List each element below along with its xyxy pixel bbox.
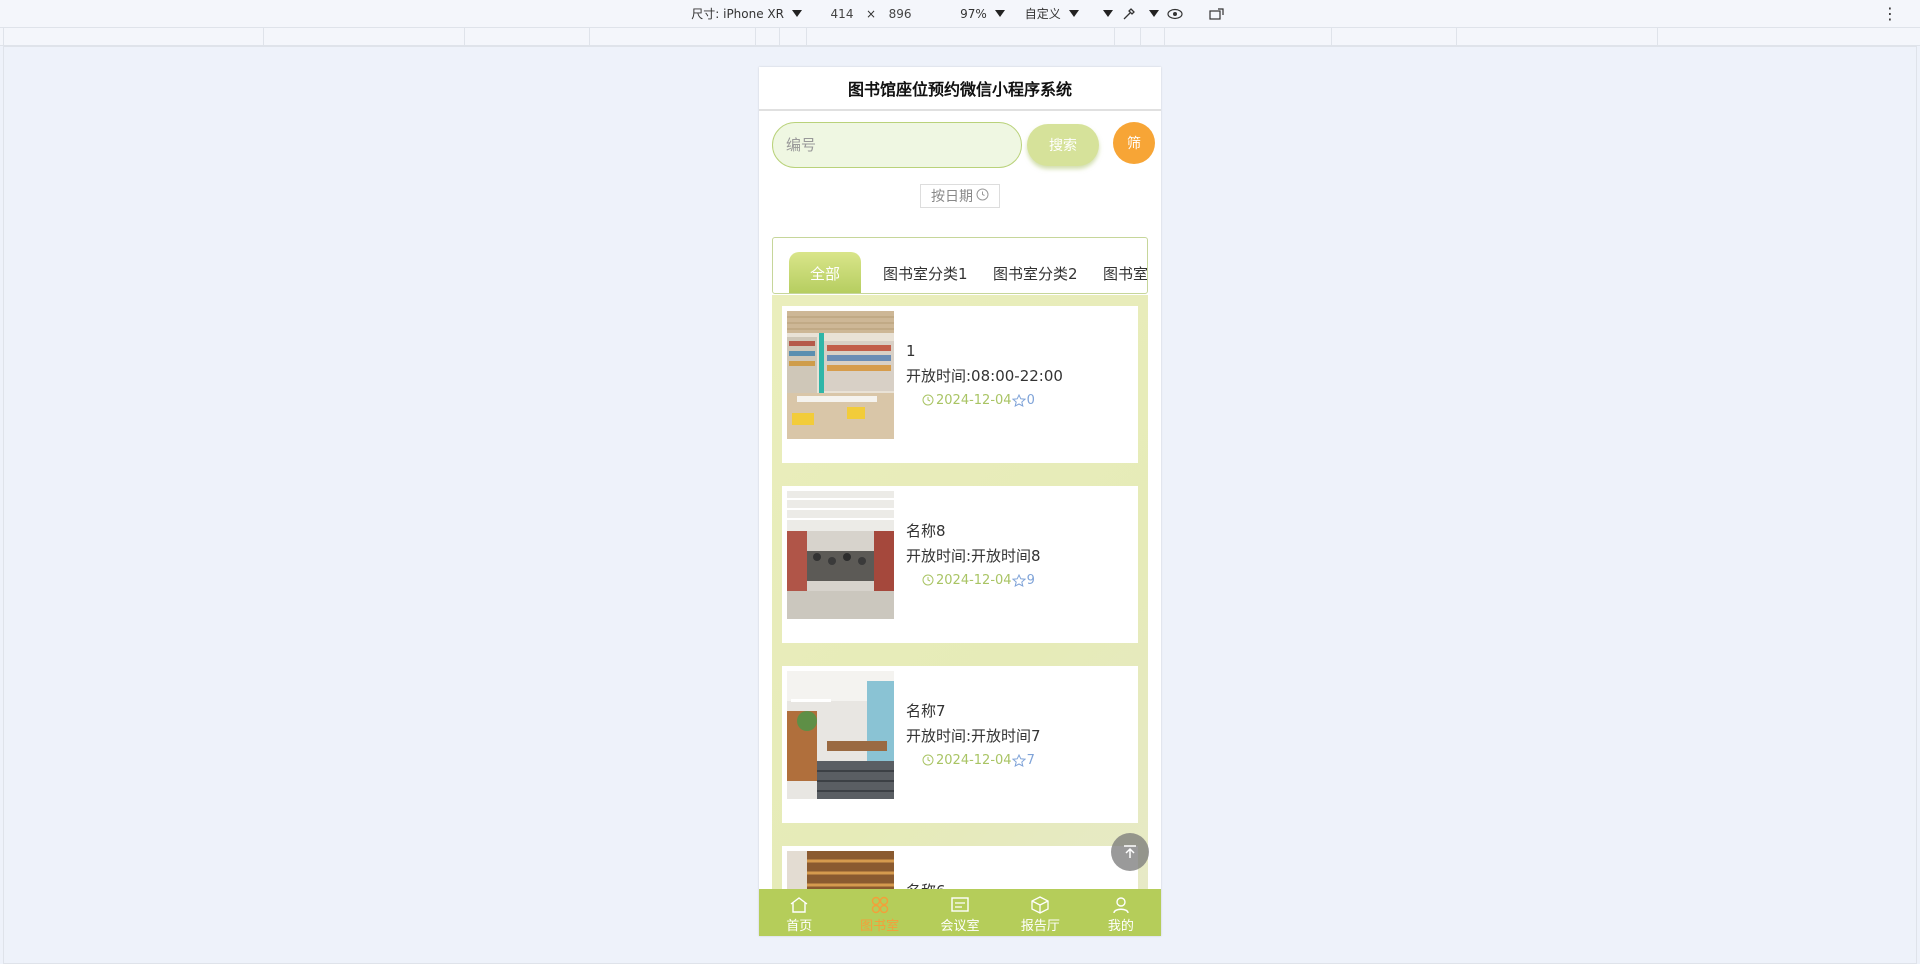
tabbar-label: 报告厅 [1020,919,1060,934]
device-label: 尺寸: iPhone XR [691,7,784,21]
chevron-down-icon[interactable] [1148,10,1159,17]
times-separator: × [866,6,877,21]
date-value: 2024-12-04 [936,572,1012,588]
tabbar-label: 我的 [1107,919,1134,934]
room-photo [787,311,894,439]
room-hours: 开放时间:开放时间7 [906,727,1041,745]
room-photo [787,491,894,619]
search-button[interactable]: 搜索 [1027,124,1099,166]
date-value: 2024-12-04 [936,752,1012,768]
room-name: 名称8 [906,522,946,540]
room-list: 1 开放时间:08:00-22:00 2024-12-04 0 名称8 开放时间… [772,295,1148,936]
room-date: 2024-12-04 [922,393,1012,408]
chevron-down-icon [994,10,1005,17]
width-input[interactable]: 414 [822,7,862,21]
zoom-label: 97% [960,6,987,21]
eye-icon[interactable] [1167,6,1183,22]
clock-icon [922,754,934,766]
date-value: 2024-12-04 [936,392,1012,408]
clock-icon [922,574,934,586]
zoom-select[interactable]: 97% [960,7,1005,21]
more-menu-icon[interactable]: ⋮ [1882,4,1898,23]
more-options-chevron-icon[interactable] [1102,10,1113,17]
list-item[interactable]: 名称8 开放时间:开放时间8 2024-12-04 9 [782,486,1138,643]
room-info: 名称8 开放时间:开放时间8 2024-12-04 9 [906,519,1041,591]
cube-icon [1030,895,1050,915]
room-photo [787,671,894,799]
chevron-down-icon [1068,10,1079,17]
meeting-icon [950,895,970,915]
height-input[interactable]: 896 [880,7,920,21]
tabbar-item-mine[interactable]: 我的 [1081,889,1161,936]
tabbar-label: 首页 [786,919,813,934]
user-icon [1111,895,1131,915]
search-input[interactable] [772,122,1022,168]
room-likes: 0 [1011,392,1035,408]
tabbar-item-auditorium[interactable]: 报告厅 [1000,889,1080,936]
tabbar-item-library[interactable]: 图书室 [839,889,919,936]
back-to-top-button[interactable] [1111,833,1149,871]
device-select[interactable]: 尺寸: iPhone XR [691,5,802,22]
likes-count: 9 [1026,572,1035,588]
tabbar-item-home[interactable]: 首页 [759,889,839,936]
date-filter-label: 按日期 [931,189,973,205]
bottom-tabbar: 首页 图书室 会议室 报告厅 我的 [759,889,1161,936]
room-hours: 开放时间:08:00-22:00 [906,367,1063,385]
room-name: 名称7 [906,702,946,720]
date-filter-button[interactable]: 按日期 [920,184,1000,208]
room-name: 1 [906,342,916,360]
tab-category-3[interactable]: 图书室分类3 [1103,252,1147,293]
tab-all[interactable]: 全部 [789,252,861,293]
star-icon [1011,393,1026,407]
clock-icon [922,394,934,406]
tab-category-2[interactable]: 图书室分类2 [993,252,1078,293]
rotate-icon[interactable] [1209,6,1225,22]
grid-icon [870,895,890,915]
date-filter-row: 按日期 [759,171,1161,221]
media-query-ruler [0,27,1920,46]
list-item[interactable]: 1 开放时间:08:00-22:00 2024-12-04 0 [782,306,1138,463]
throttle-select[interactable]: 自定义 [1025,5,1079,22]
phone-screen: 图书馆座位预约微信小程序系统 搜索 筛 按日期 全部 图书室分类1 图书室分类2… [759,67,1161,936]
room-date: 2024-12-04 [922,753,1012,768]
room-date: 2024-12-04 [922,573,1012,588]
list-item[interactable]: 名称7 开放时间:开放时间7 2024-12-04 7 [782,666,1138,823]
tabbar-item-meeting[interactable]: 会议室 [920,889,1000,936]
clock-icon [976,188,989,205]
likes-count: 0 [1026,392,1035,408]
filter-button[interactable]: 筛 [1113,122,1155,164]
star-icon [1011,573,1026,587]
likes-count: 7 [1026,752,1035,768]
room-likes: 9 [1011,572,1035,588]
tab-category-1[interactable]: 图书室分类1 [883,252,968,293]
search-row: 搜索 筛 [759,111,1161,171]
star-icon [1011,753,1026,767]
room-info: 1 开放时间:08:00-22:00 2024-12-04 0 [906,339,1063,411]
throttle-label: 自定义 [1024,7,1061,21]
room-likes: 7 [1011,752,1035,768]
device-toolbar: 尺寸: iPhone XR 414 × 896 97% 自定义 ⋮ [0,0,1920,27]
arrow-up-icon [1124,845,1136,858]
room-hours: 开放时间:开放时间8 [906,547,1041,565]
home-icon [789,895,809,915]
chevron-down-icon [792,10,802,17]
tabbar-label: 会议室 [940,919,980,934]
eyedropper-icon[interactable] [1121,6,1137,22]
room-info: 名称7 开放时间:开放时间7 2024-12-04 7 [906,699,1041,771]
category-tabs: 全部 图书室分类1 图书室分类2 图书室分类3 [772,237,1148,294]
page-title: 图书馆座位预约微信小程序系统 [759,67,1161,111]
tabbar-label: 图书室 [860,919,900,934]
